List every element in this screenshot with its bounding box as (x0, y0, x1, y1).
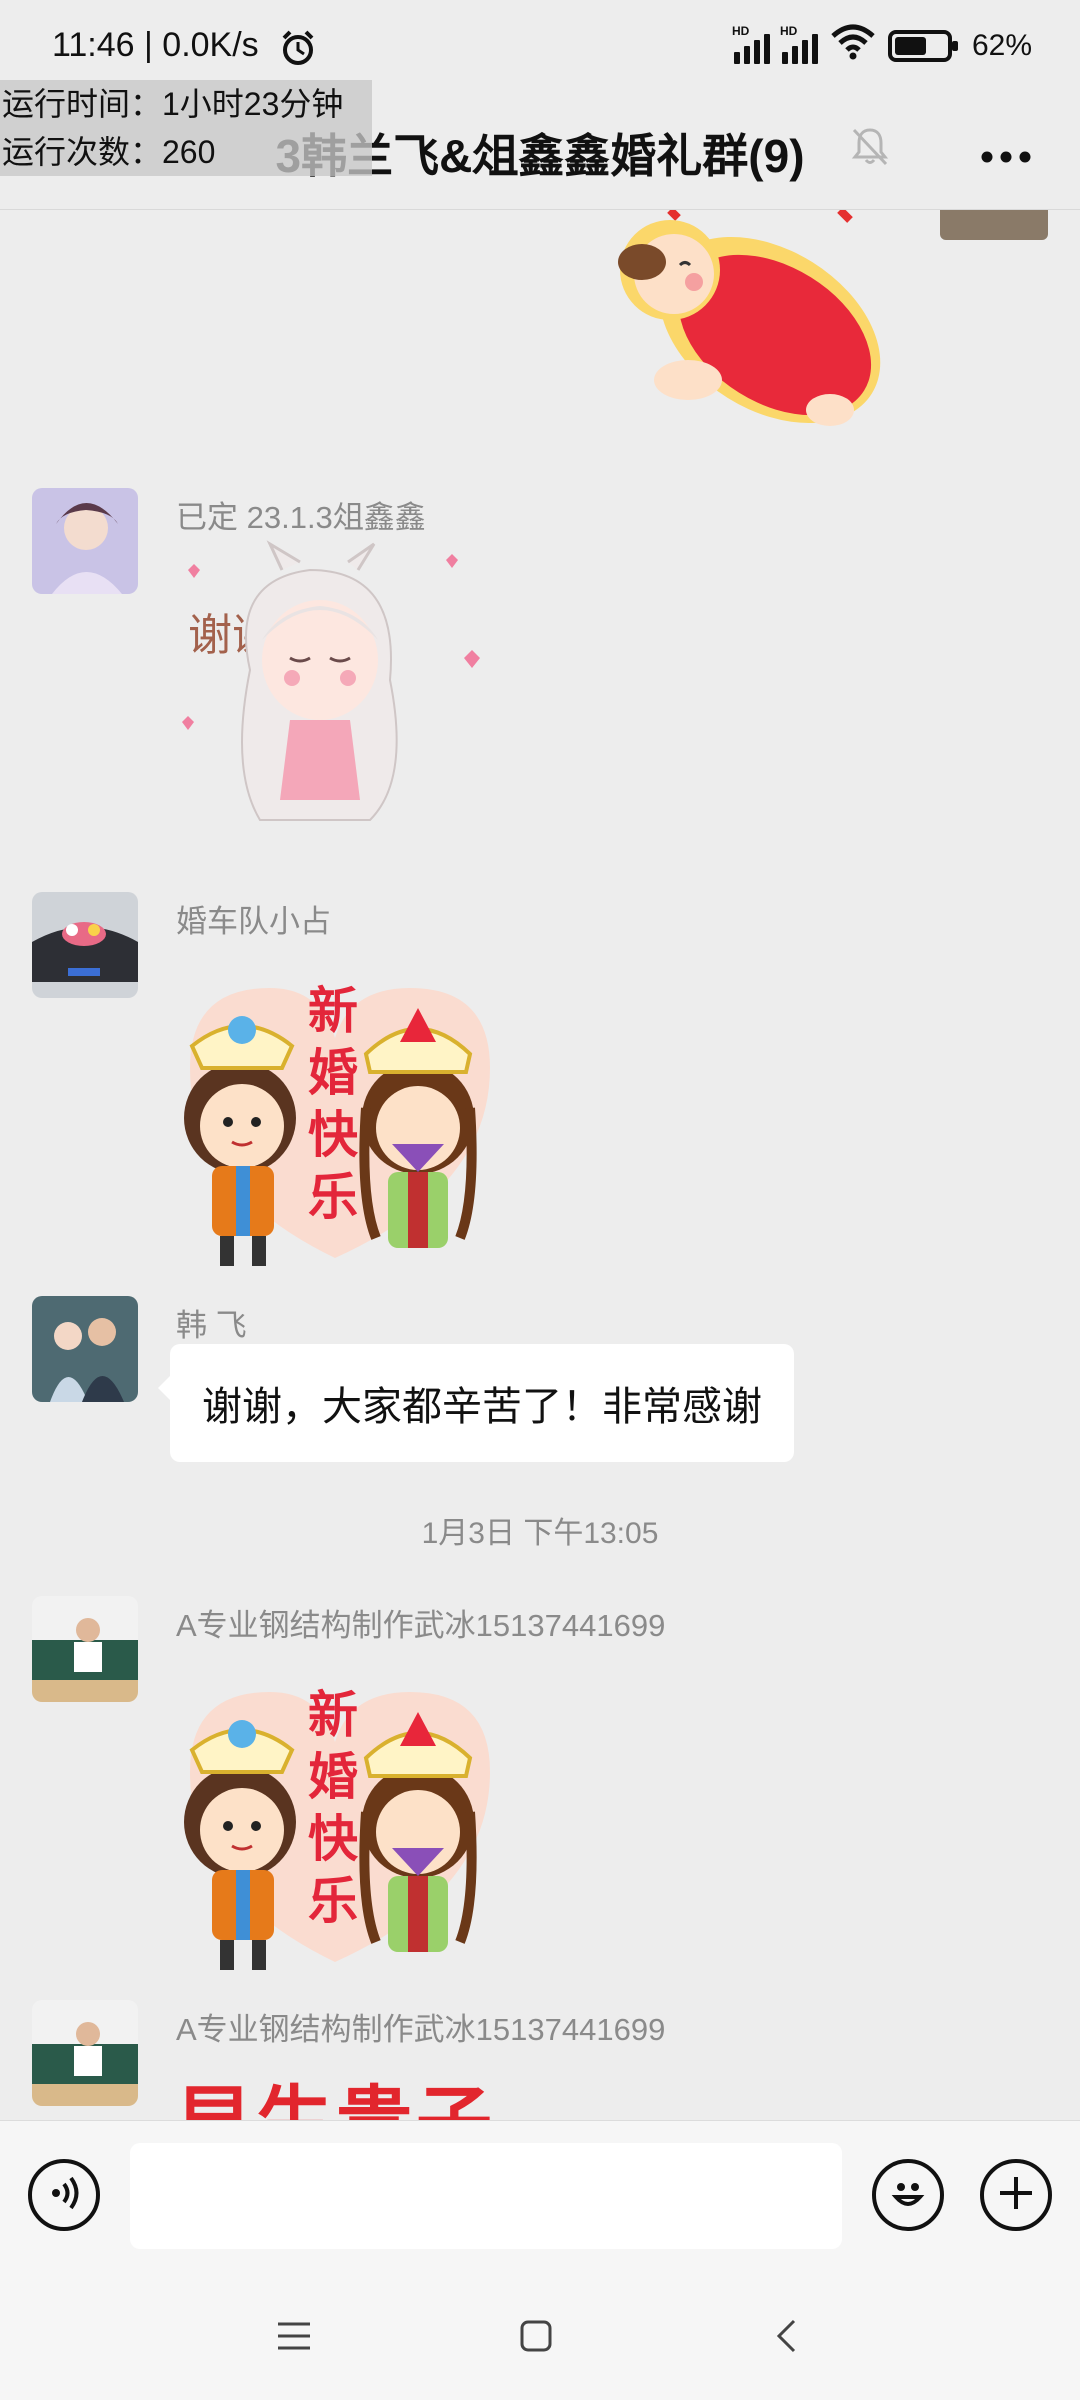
timestamp: 1月3日 下午13:05 (421, 1517, 659, 1550)
avatar[interactable] (32, 488, 138, 594)
more-button[interactable] (980, 126, 1032, 166)
message-input[interactable] (130, 2143, 842, 2249)
sticker-wedding[interactable]: 新婚快乐 (170, 1662, 500, 2002)
battery-percent: 62% (971, 29, 1032, 62)
voice-button[interactable] (28, 2159, 100, 2231)
sender-name: A专业钢结构制作武冰15137441699 (176, 1608, 666, 1643)
emoji-button[interactable] (872, 2159, 944, 2231)
home-button[interactable] (506, 2308, 566, 2368)
sticker-baby[interactable] (600, 210, 900, 450)
voice-icon (44, 2173, 84, 2218)
avatar[interactable] (32, 892, 138, 998)
emoji-icon (886, 2171, 930, 2220)
avatar[interactable] (32, 1596, 138, 1702)
menu-button[interactable] (264, 2308, 324, 2368)
avatar[interactable] (32, 1296, 138, 1402)
sticker-label[interactable]: 早生贵子 (176, 2060, 496, 2120)
sender-name: A专业钢结构制作武冰15137441699 (176, 2012, 666, 2047)
wifi-icon (830, 24, 876, 68)
system-nav-bar (0, 2272, 1080, 2400)
mute-bell-icon (848, 124, 892, 168)
run-count-line: 运行次数：260 (2, 134, 216, 170)
image-thumbnail[interactable] (940, 210, 1048, 240)
back-icon (774, 2318, 798, 2359)
status-time: 11:46 | 0.0K/s (52, 26, 259, 64)
battery-icon (887, 30, 958, 62)
message-bubble[interactable]: 谢谢，大家都辛苦了！非常感谢 (158, 1344, 794, 1462)
plus-button[interactable] (980, 2159, 1052, 2231)
input-bar (0, 2120, 1080, 2272)
chat-messages[interactable]: 已定 23.1.3俎鑫鑫 谢谢 婚车队小占 新婚快乐 韩 飞 谢谢，大家都辛苦了… (0, 210, 1080, 2120)
sticker-thanks[interactable]: 谢谢 (170, 540, 500, 840)
sender-name: 韩 飞 (176, 1308, 247, 1343)
menu-icon (276, 2321, 312, 2356)
signal-icon-2: HD (780, 24, 818, 64)
runtime-line: 运行时间：1小时23分钟 (2, 86, 344, 122)
alarm-icon (278, 28, 318, 73)
sender-name: 婚车队小占 (176, 904, 331, 939)
sticker-wedding[interactable]: 新婚快乐 (170, 958, 500, 1298)
sender-name: 已定 23.1.3俎鑫鑫 (176, 500, 426, 535)
plus-icon (996, 2173, 1036, 2218)
avatar[interactable] (32, 2000, 138, 2106)
home-icon (519, 2319, 553, 2358)
back-button[interactable] (756, 2308, 816, 2368)
runtime-overlay: 运行时间：1小时23分钟 运行次数：260 (0, 80, 372, 176)
signal-icon: HD (732, 24, 770, 64)
